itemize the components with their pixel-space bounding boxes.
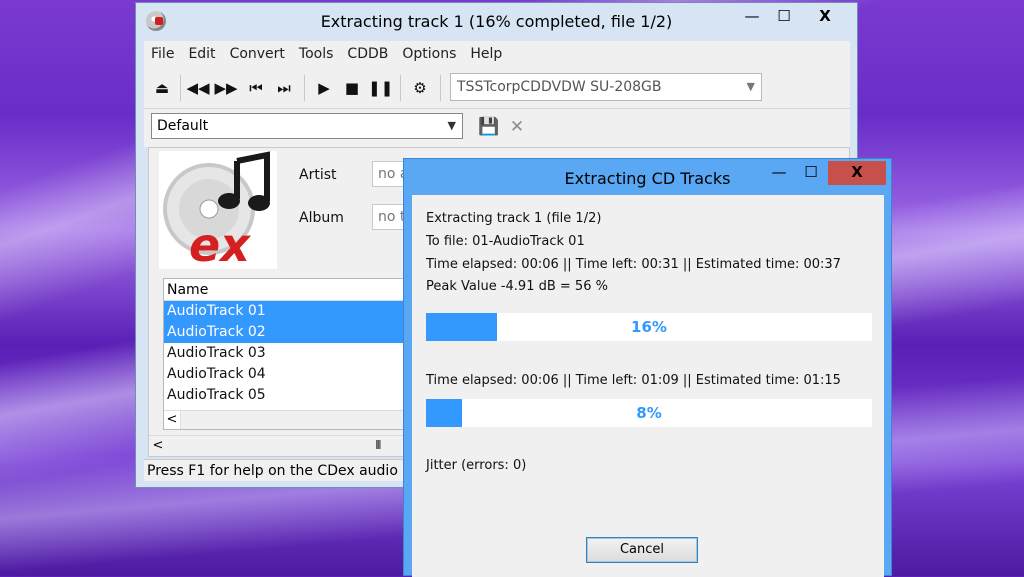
delete-icon[interactable]: ✕ <box>506 117 528 139</box>
scroll-left-icon[interactable]: < <box>164 411 181 429</box>
tracklist-scrollbar[interactable]: < <box>164 410 422 429</box>
album-label: Album <box>299 210 344 226</box>
total-progress-bar: 8% <box>426 399 872 427</box>
scroll-left-icon[interactable]: < <box>149 436 167 455</box>
profile-bar: Default ▼ 💾 ✕ <box>144 109 850 147</box>
menu-convert[interactable]: Convert <box>223 41 292 67</box>
dialog-minimize-button[interactable]: — <box>764 161 794 185</box>
track-row[interactable]: AudioTrack 02 <box>164 322 422 343</box>
stop-icon[interactable]: ■ <box>340 77 364 99</box>
track-row[interactable]: AudioTrack 03 <box>164 343 422 364</box>
svg-text:ex: ex <box>189 218 251 269</box>
track-row[interactable]: AudioTrack 04 <box>164 364 422 385</box>
menu-help[interactable]: Help <box>463 41 509 67</box>
menu-edit[interactable]: Edit <box>181 41 222 67</box>
next-track-icon[interactable]: ⏭ <box>272 77 296 99</box>
profile-select-value: Default <box>157 118 209 134</box>
drive-select[interactable]: TSSTcorpCDDVDW SU-208GB ▼ <box>450 73 762 101</box>
dialog-maximize-button[interactable]: ☐ <box>796 161 826 185</box>
total-time-line: Time elapsed: 00:06 || Time left: 01:09 … <box>426 373 841 388</box>
column-header-name[interactable]: Name <box>164 279 422 301</box>
dialog-body: Extracting track 1 (file 1/2) To file: 0… <box>412 195 884 577</box>
cancel-button[interactable]: Cancel <box>586 537 698 563</box>
cdex-logo: ex <box>159 151 277 272</box>
dialog-close-button[interactable]: X <box>828 161 886 185</box>
total-progress-label: 8% <box>636 404 662 422</box>
extract-status-line: Extracting track 1 (file 1/2) <box>426 211 602 226</box>
maximize-button[interactable]: ☐ <box>774 4 794 30</box>
target-file-line: To file: 01-AudioTrack 01 <box>426 234 585 249</box>
rewind-icon[interactable]: ◀◀ <box>186 77 210 99</box>
cd-info-icon[interactable]: ⚙ <box>408 77 432 99</box>
play-icon[interactable]: ▶ <box>312 77 336 99</box>
menu-options[interactable]: Options <box>395 41 463 67</box>
fast-forward-icon[interactable]: ▶▶ <box>214 77 238 99</box>
track-row[interactable]: AudioTrack 01 <box>164 301 422 322</box>
artist-label: Artist <box>299 167 337 183</box>
title-bar[interactable]: Extracting track 1 (16% completed, file … <box>136 3 857 39</box>
chevron-down-icon: ▼ <box>746 80 755 93</box>
jitter-line: Jitter (errors: 0) <box>426 458 527 473</box>
track-progress-bar: 16% <box>426 313 872 341</box>
menu-tools[interactable]: Tools <box>292 41 341 67</box>
profile-select[interactable]: Default ▼ <box>151 113 463 139</box>
drive-select-value: TSSTcorpCDDVDW SU-208GB <box>457 79 662 95</box>
close-button[interactable]: X <box>800 4 850 30</box>
menu-cddb[interactable]: CDDB <box>340 41 395 67</box>
menu-bar: File Edit Convert Tools CDDB Options Help <box>144 41 850 67</box>
minimize-button[interactable]: — <box>730 4 774 30</box>
track-progress-label: 16% <box>631 318 667 336</box>
menu-file[interactable]: File <box>144 41 181 67</box>
scrollbar-grip[interactable]: III <box>375 436 381 455</box>
extracting-dialog: Extracting CD Tracks — ☐ X Extracting tr… <box>403 158 892 577</box>
save-icon[interactable]: 💾 <box>478 117 500 139</box>
toolbar: ⏏ ◀◀ ▶▶ ⏮ ⏭ ▶ ■ ❚❚ ⚙ TSSTcorpCDDVDW SU-2… <box>144 67 850 109</box>
pause-icon[interactable]: ❚❚ <box>368 77 393 99</box>
track-time-line: Time elapsed: 00:06 || Time left: 00:31 … <box>426 257 841 272</box>
chevron-down-icon: ▼ <box>447 119 456 132</box>
previous-track-icon[interactable]: ⏮ <box>244 77 268 99</box>
track-list: Name AudioTrack 01 AudioTrack 02 AudioTr… <box>163 278 423 430</box>
peak-value-line: Peak Value -4.91 dB = 56 % <box>426 279 608 294</box>
eject-icon[interactable]: ⏏ <box>150 77 174 99</box>
track-row[interactable]: AudioTrack 05 <box>164 385 422 406</box>
